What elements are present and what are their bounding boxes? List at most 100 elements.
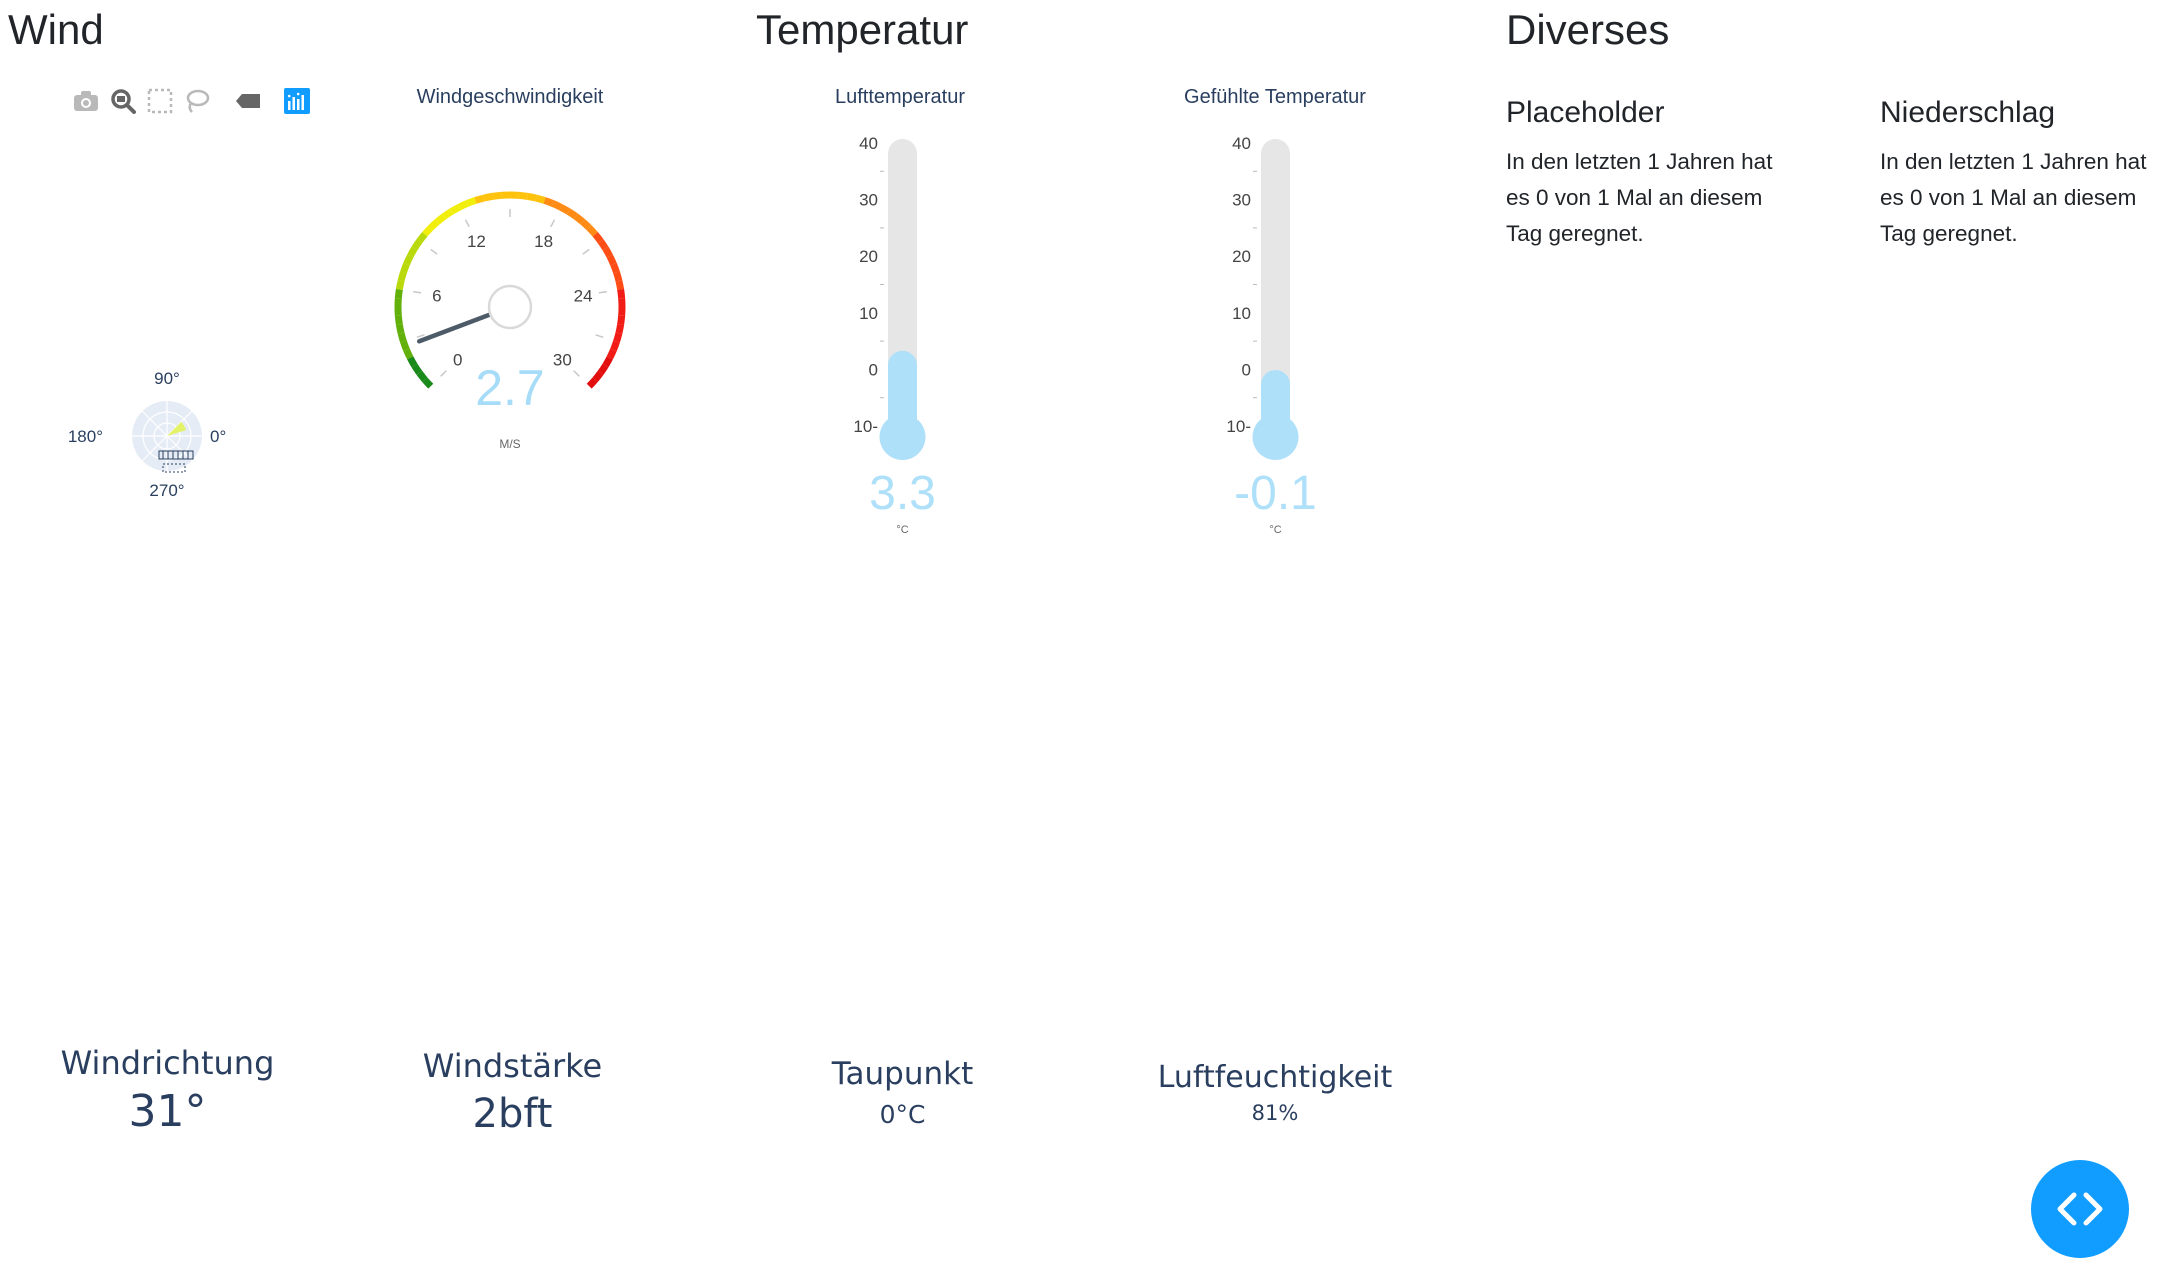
thermo-feels-value: -0.1 bbox=[1234, 467, 1317, 520]
gauge-arc-segment bbox=[573, 213, 586, 225]
lasso-icon[interactable] bbox=[182, 86, 212, 116]
gauge-arc-segment bbox=[416, 370, 428, 383]
thermo-air[interactable]: 40 30 20 10 0 10- 3.3 °C bbox=[820, 120, 990, 550]
gauge-arc-segment bbox=[400, 340, 410, 352]
thermo-tick-label: 10 bbox=[859, 304, 878, 323]
gauge-tick-label: 6 bbox=[432, 286, 441, 305]
indicator-humidity-label: Luftfeuchtigkeit bbox=[1157, 1060, 1393, 1095]
camera-icon[interactable] bbox=[71, 86, 101, 116]
gauge-value: 2.7 bbox=[475, 360, 545, 416]
gauge-arc-segment bbox=[395, 323, 405, 334]
gauge-tick bbox=[464, 219, 470, 228]
indicator-dew-point: Taupunkt 0°C bbox=[775, 1056, 1030, 1129]
gauge-tick-label: 0 bbox=[453, 350, 462, 369]
gauge-tick-label: 24 bbox=[574, 286, 593, 305]
thermo-tick-label: 40 bbox=[1232, 134, 1251, 153]
gauge-tick bbox=[430, 248, 438, 255]
gauge-arc-segment bbox=[592, 231, 604, 244]
gauge-arc-segment bbox=[434, 213, 447, 225]
gauge-arc-segment bbox=[606, 348, 617, 360]
gauge-arc-segment bbox=[613, 271, 623, 282]
gauge-tick bbox=[582, 248, 590, 255]
gauge-arc-segment bbox=[606, 254, 617, 266]
gauge-arc-segment bbox=[411, 239, 423, 251]
wind-direction-polar[interactable]: 90° 180° 0° 270° bbox=[60, 360, 240, 520]
gauge-arc-segment bbox=[617, 315, 626, 326]
indicator-wind-force-label: Windstärke bbox=[422, 1047, 603, 1085]
thermo-tick-label: 10- bbox=[853, 417, 878, 436]
gauge-arc-segment bbox=[411, 363, 423, 375]
indicator-wind-force: Windstärke 2bft bbox=[385, 1047, 640, 1137]
gauge-tick-label: 18 bbox=[534, 232, 553, 251]
indicator-wind-direction-value: 31° bbox=[128, 1086, 207, 1137]
gauge-tick bbox=[440, 370, 447, 377]
gauge-arc-segment bbox=[397, 271, 407, 282]
gauge-arc-segment bbox=[442, 208, 454, 220]
gauge-arc-segment bbox=[403, 254, 414, 266]
gauge-arc-segment bbox=[615, 280, 625, 291]
gauge-arc-segment bbox=[518, 191, 529, 200]
gauge-arc-segment bbox=[597, 239, 609, 251]
zoom-icon[interactable] bbox=[108, 86, 138, 116]
card-precipitation-text: In den letzten 1 Jahren hat es 0 von 1 M… bbox=[1880, 149, 2147, 246]
gauge-arc-segment bbox=[543, 197, 555, 207]
gauge-arc-segment bbox=[407, 246, 418, 258]
tag-icon[interactable] bbox=[233, 86, 263, 116]
gauge-arc-segment bbox=[465, 197, 477, 207]
code-toggle-button[interactable] bbox=[2031, 1160, 2129, 1258]
gauge-unit: M/S bbox=[499, 437, 520, 451]
gauge-arc-segment bbox=[559, 204, 571, 215]
gauge-arc-segment bbox=[602, 356, 613, 368]
thermo-air-bulb bbox=[879, 414, 926, 460]
gauge-arc-segment bbox=[535, 194, 546, 204]
indicator-dew-point-label: Taupunkt bbox=[831, 1056, 974, 1092]
thermo-tick-label: 40 bbox=[859, 134, 878, 153]
card-precipitation: Niederschlag In den letzten 1 Jahren hat… bbox=[1880, 96, 2158, 252]
gauge-arc-segment bbox=[457, 200, 469, 211]
gauge-arc-segment bbox=[422, 225, 434, 237]
gauge-arc-segment bbox=[407, 356, 418, 368]
polar-label-left: 180° bbox=[68, 427, 103, 446]
box-select-icon[interactable] bbox=[145, 86, 175, 116]
thermo-tick-label: 30 bbox=[859, 191, 878, 210]
gauge-arc-segment bbox=[586, 225, 598, 237]
gauge-arc-segment bbox=[597, 363, 609, 375]
gauge-tick-label: 12 bbox=[467, 232, 486, 251]
thermo-air-title: Lufttemperatur bbox=[834, 86, 966, 108]
plot-modebar bbox=[71, 86, 312, 116]
gauge-tick-label: 30 bbox=[553, 350, 572, 369]
gauge-title: Windgeschwindigkeit bbox=[416, 86, 604, 108]
gauge-arc-segment bbox=[403, 348, 414, 360]
gauge-hub bbox=[487, 284, 533, 330]
polar-label-right: 0° bbox=[210, 427, 226, 446]
card-precipitation-title: Niederschlag bbox=[1880, 96, 2056, 129]
thermo-feels-unit: °C bbox=[1269, 524, 1281, 536]
thermo-tick-label: 10 bbox=[1232, 304, 1251, 323]
thermo-air-value: 3.3 bbox=[869, 467, 936, 520]
gauge-arc-segment bbox=[400, 262, 410, 274]
card-placeholder-title: Placeholder bbox=[1506, 96, 1665, 129]
gauge-arc-segment bbox=[586, 377, 598, 389]
thermo-tick-label: 10- bbox=[1226, 417, 1251, 436]
gauge-arc-segment bbox=[592, 370, 604, 383]
plotly-logo-icon[interactable] bbox=[282, 86, 312, 116]
gauge-tick bbox=[573, 370, 580, 377]
gauge-arc-segment bbox=[491, 191, 502, 200]
section-title-temperature: Temperatur bbox=[756, 6, 969, 53]
gauge-arc-segment bbox=[416, 231, 428, 244]
indicator-humidity-value: 81% bbox=[1251, 1101, 1299, 1125]
gauge-tick bbox=[598, 290, 607, 294]
gauge-arc-segment bbox=[613, 332, 623, 343]
gauge-arc-segment bbox=[566, 208, 578, 220]
gauge-arc-segment bbox=[449, 204, 461, 215]
gauge-arc-segment bbox=[617, 288, 626, 299]
indicator-wind-direction-label: Windrichtung bbox=[60, 1044, 275, 1082]
wind-speed-gauge[interactable]: 0 6 12 18 24 30 2.7 M/S bbox=[340, 130, 680, 460]
gauge-arc-segment bbox=[610, 340, 620, 352]
card-placeholder-text: In den letzten 1 Jahren hat es 0 von 1 M… bbox=[1506, 149, 1773, 246]
thermo-feels-bulb bbox=[1252, 414, 1299, 460]
gauge-arc-segment bbox=[610, 262, 620, 274]
thermo-feels[interactable]: 40 30 20 10 0 10- -0.1 °C bbox=[1194, 120, 1364, 550]
thermo-tick-label: 30 bbox=[1232, 191, 1251, 210]
gauge-arc-segment bbox=[394, 288, 403, 299]
